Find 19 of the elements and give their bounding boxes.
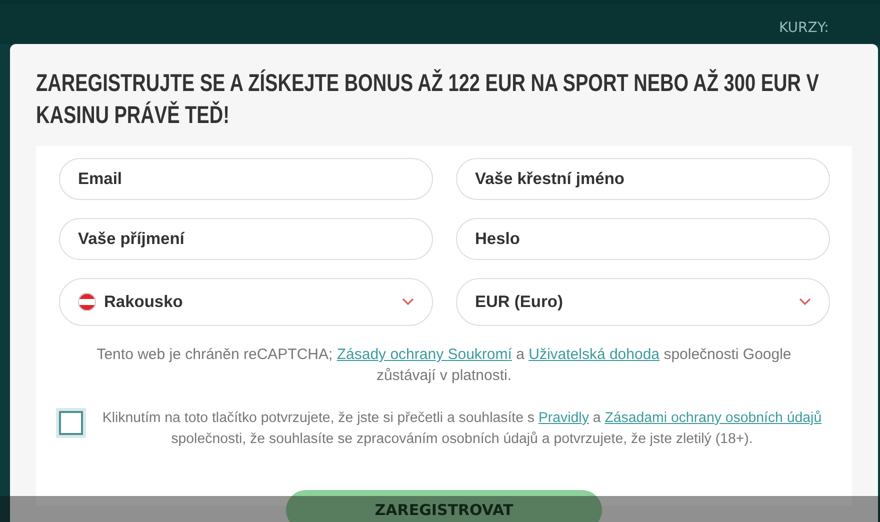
recaptcha-note: Tento web je chráněn reCAPTCHA; Zásady ochrany Soukromí a Uživatelská dohoda společnosti Google zůstávají v platnosti. <box>96 345 792 386</box>
chevron-down-icon <box>799 298 811 306</box>
input-field[interactable]: Email <box>59 158 433 200</box>
input-field[interactable]: Heslo <box>456 218 830 260</box>
text-link[interactable]: Pravidly <box>538 410 589 426</box>
text-link[interactable]: Uživatelská dohoda <box>528 346 660 363</box>
chevron-down-icon <box>402 298 414 306</box>
currency-select[interactable]: EUR (Euro) <box>456 278 830 326</box>
text-link[interactable]: Zásady ochrany Soukromí <box>336 346 512 363</box>
consent-text: Kliknutím na toto tlačítko potvrzujete, že jste si přečetli a souhlasíte s Pravidly a Zásadami ochrany osobních údajů společnosti, že souhlasíte se zpracováním osobních údajů a potvrzujete, že jste zletilý (18+). <box>101 409 823 449</box>
input-field[interactable]: Vaše křestní jméno <box>456 158 830 200</box>
input-field[interactable]: Vaše příjmení <box>59 218 433 260</box>
dialog-title: ZAREGISTRUJTE SE A ZÍSKEJTE BONUS AŽ 122 EUR NA SPORT NEBO AŽ 300 EUR V KASINU PRÁVĚ TEĎ! <box>36 68 820 131</box>
consent-checkbox[interactable] <box>59 411 83 435</box>
register-button[interactable]: ZAREGISTROVAT <box>286 490 602 522</box>
odds-label: KURZY: <box>779 19 829 38</box>
flag-icon <box>78 293 96 311</box>
text-link[interactable]: Zásadami ochrany osobních údajů <box>604 410 822 426</box>
country-select[interactable]: Rakousko <box>59 278 433 326</box>
